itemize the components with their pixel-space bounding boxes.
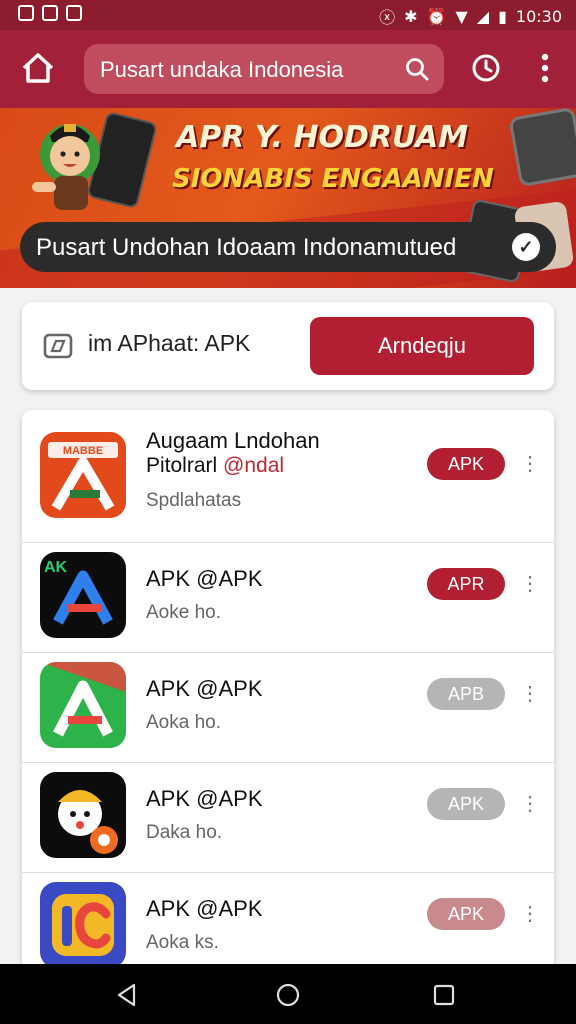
apk-download-button[interactable]: APK [427,448,505,480]
battery-icon: ▮ [498,6,507,26]
app-title: APK @APK [146,566,263,591]
banner-pill-text: Pusart Undohan Idoaam Indonamutued [36,234,457,261]
app-icon: MABBE [40,432,126,518]
apk-download-button[interactable]: APK [427,788,505,820]
recents-icon[interactable] [432,983,456,1007]
app-title: Augaam Lndohan [146,428,320,453]
search-input[interactable]: Pusart undaka Indonesia [100,57,386,83]
app-icon-badge: AK [44,559,68,576]
system-navigation-bar [0,964,576,1024]
home-button[interactable] [18,48,58,88]
app-title: APK @APK [146,786,263,811]
home-nav-icon[interactable] [275,982,301,1008]
promo-banner[interactable]: APR Y. HODRUAM SIONABIS ENGAANIEN Pusart… [0,108,576,288]
app-icon: AK [40,552,126,638]
history-button[interactable] [468,50,504,86]
more-vert-icon[interactable]: ⋮ [520,902,540,926]
app-icon [40,882,126,968]
app-icon [40,772,126,858]
apk-file-icon [43,333,73,359]
download-notification-icon [66,5,82,21]
search-bar[interactable]: Pusart undaka Indonesia [84,44,444,94]
alarm-icon: ⏰ [426,6,447,26]
app-subtitle: Daka ho. [146,822,223,843]
app-publisher-prefix: Pitolrarl [146,454,224,477]
vibrate-icon: ⓧ [379,8,396,27]
more-vert-icon[interactable]: ⋮ [520,572,540,596]
banner-subtitle: SIONABIS ENGAANIEN [172,164,494,194]
status-system-icons: ⓧ ✱ ⏰ ▼ ◢ ▮ 10:30 [379,4,562,28]
more-vert-icon[interactable]: ⋮ [520,682,540,706]
list-item[interactable]: APK @APK Daka ho. APK ⋮ [22,762,554,873]
more-vert-icon [541,53,549,83]
list-item[interactable]: APK @APK Aoka ks. APK ⋮ [22,872,554,970]
app-list: MABBE Augaam Lndohan Pitolrarl @ndal Spd… [22,410,554,970]
app-subtitle: Aoka ho. [146,712,221,733]
filter-action-button[interactable]: Arndeqju [310,317,534,375]
app-publisher-accent: @ndal [223,454,285,477]
app-subtitle: Spdlahatas [146,490,242,511]
app-icon [40,662,126,748]
app-title: APK @APK [146,676,263,701]
apk-download-button[interactable]: APR [427,568,505,600]
back-icon[interactable] [114,982,140,1008]
list-item[interactable]: APK @APK Aoka ho. APB ⋮ [22,652,554,763]
search-icon[interactable] [404,56,430,82]
mascot-illustration [32,124,100,210]
app-subtitle: Aoke ho. [146,602,221,623]
status-bar: ⓧ ✱ ⏰ ▼ ◢ ▮ 10:30 [0,0,576,30]
more-vert-icon[interactable]: ⋮ [520,792,540,816]
history-icon [472,54,500,82]
bluetooth-icon: ✱ [404,6,418,26]
banner-link-pill[interactable]: Pusart Undohan Idoaam Indonamutued ✓ [20,222,556,272]
app-bar: Pusart undaka Indonesia [0,30,576,108]
app-publisher: Pitolrarl @ndal [146,454,284,478]
app-icon-badge: MABBE [63,445,103,457]
signal-icon: ◢ [476,6,490,26]
list-item[interactable]: MABBE Augaam Lndohan Pitolrarl @ndal Spd… [22,410,554,543]
status-notification-icons [18,5,82,21]
more-options-button[interactable] [530,50,560,86]
app-subtitle: Aoka ks. [146,932,219,953]
more-vert-icon[interactable]: ⋮ [520,452,540,476]
status-time: 10:30 [515,6,562,26]
filter-card: im APhaat: APK Arndeqju [22,302,554,390]
home-icon [22,53,54,83]
image-notification-icon [42,5,58,21]
apk-download-button[interactable]: APB [427,678,505,710]
notification-icon [18,5,34,21]
wifi-icon: ▼ [455,6,468,26]
banner-title: APR Y. HODRUAM [176,120,469,155]
apk-download-button[interactable]: APK [427,898,505,930]
filter-label: im APhaat: APK [88,330,251,356]
app-title: APK @APK [146,896,263,921]
check-icon[interactable]: ✓ [512,233,540,261]
list-item[interactable]: AK APK @APK Aoke ho. APR ⋮ [22,542,554,653]
banner-camera-image [508,108,576,188]
